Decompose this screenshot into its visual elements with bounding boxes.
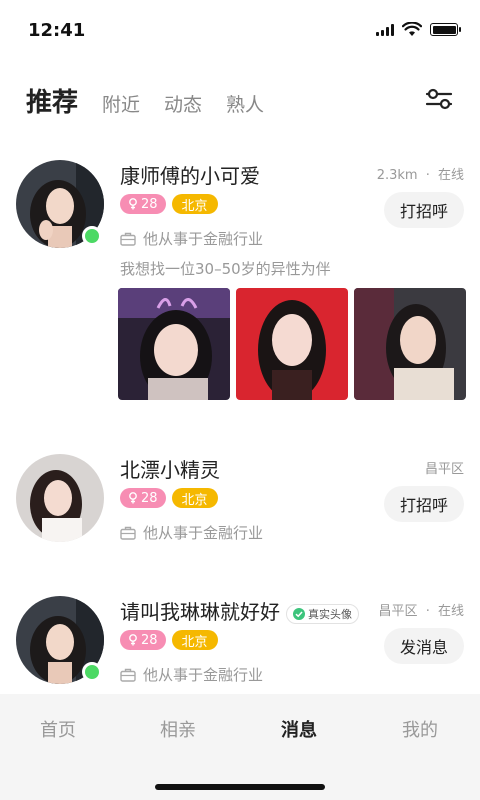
home-indicator[interactable] xyxy=(155,784,325,790)
distance: 2.3km xyxy=(376,168,418,183)
greet-button[interactable]: 打招呼 xyxy=(383,486,464,522)
status-bar: 12:41 xyxy=(0,0,480,62)
age-tag: 28 xyxy=(120,630,166,650)
signal-icon xyxy=(376,23,394,36)
age-value: 28 xyxy=(141,632,158,648)
user-name-row: 请叫我琳琳就好好 真实头像 xyxy=(120,596,359,625)
job-line: 他从事于金融行业 xyxy=(120,522,263,543)
filter-icon[interactable] xyxy=(424,84,454,114)
avatar-image xyxy=(16,454,104,542)
city-tag: 北京 xyxy=(171,194,218,214)
status-icons xyxy=(376,22,461,37)
job-text: 他从事于金融行业 xyxy=(143,524,264,542)
photo-thumbnail[interactable] xyxy=(236,288,348,400)
tab-recommend[interactable]: 推荐 xyxy=(26,82,78,119)
avatar[interactable] xyxy=(16,596,104,684)
briefcase-icon xyxy=(120,526,136,540)
tab-nearby[interactable]: 附近 xyxy=(102,90,140,117)
user-name: 康师傅的小可爱 xyxy=(120,164,260,188)
online-status: 在线 xyxy=(437,168,464,183)
meta-separator: · xyxy=(425,604,430,619)
meta-separator: · xyxy=(425,168,430,183)
job-line: 他从事于金融行业 xyxy=(120,664,263,685)
intro-text: 我想找一位30–50岁的异性为伴 xyxy=(120,260,331,278)
wifi-icon xyxy=(402,22,422,36)
age-value: 28 xyxy=(141,490,158,506)
female-icon xyxy=(129,198,137,210)
job-text: 他从事于金融行业 xyxy=(143,230,264,248)
user-name: 请叫我琳琳就好好 xyxy=(120,600,280,624)
user-name: 北漂小精灵 xyxy=(120,458,220,482)
photo-gallery xyxy=(118,288,466,400)
battery-icon xyxy=(430,23,461,36)
message-button[interactable]: 发消息 xyxy=(383,628,464,664)
female-icon xyxy=(129,492,137,504)
top-tab-bar: 推荐 附近 动态 熟人 xyxy=(26,82,264,119)
city-tag: 北京 xyxy=(171,630,218,650)
nav-me[interactable]: 我的 xyxy=(402,716,438,742)
briefcase-icon xyxy=(120,668,136,682)
age-value: 28 xyxy=(141,196,158,212)
age-tag: 28 xyxy=(120,488,166,508)
avatar[interactable] xyxy=(16,160,104,248)
avatar[interactable] xyxy=(16,454,104,542)
age-tag: 28 xyxy=(120,194,166,214)
tag-row: 28 北京 xyxy=(120,488,218,508)
user-location: 昌平区 xyxy=(378,604,418,619)
greet-button[interactable]: 打招呼 xyxy=(383,192,464,228)
verified-label: 真实头像 xyxy=(308,607,352,621)
user-meta: 2.3km · 在线 xyxy=(377,164,464,183)
city-tag: 北京 xyxy=(171,488,218,508)
photo-thumbnail[interactable] xyxy=(354,288,466,400)
photo-thumbnail[interactable] xyxy=(118,288,230,400)
user-meta: 昌平区 · 在线 xyxy=(379,600,464,619)
verified-check-icon xyxy=(293,607,305,620)
user-location: 昌平区 xyxy=(424,462,464,477)
nav-messages[interactable]: 消息 xyxy=(281,716,317,742)
tab-acquaintances[interactable]: 熟人 xyxy=(226,90,264,117)
nav-matchmaking[interactable]: 相亲 xyxy=(160,716,196,742)
online-indicator xyxy=(82,226,102,246)
job-text: 他从事于金融行业 xyxy=(143,666,264,684)
online-status: 在线 xyxy=(437,604,464,619)
nav-home[interactable]: 首页 xyxy=(40,716,76,742)
tag-row: 28 北京 xyxy=(120,194,218,214)
tag-row: 28 北京 xyxy=(120,630,218,650)
female-icon xyxy=(129,634,137,646)
briefcase-icon xyxy=(120,232,136,246)
verified-badge: 真实头像 xyxy=(286,603,359,624)
status-time: 12:41 xyxy=(28,20,86,41)
tab-moments[interactable]: 动态 xyxy=(164,90,202,117)
job-line: 他从事于金融行业 xyxy=(120,228,263,249)
online-indicator xyxy=(82,662,102,682)
